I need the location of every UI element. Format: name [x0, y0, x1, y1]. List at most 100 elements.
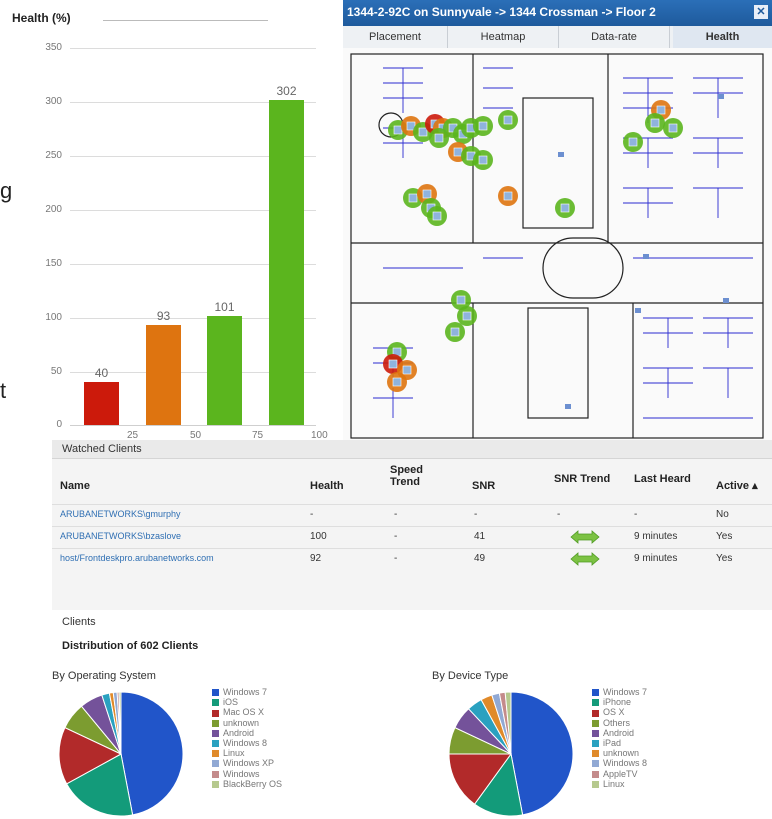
y-tick-label: 150: [45, 258, 62, 269]
legend-label: Windows 7: [223, 687, 268, 697]
clients-panel: Clients Distribution of 602 Clients By O…: [52, 610, 772, 819]
bar-value-label: 101: [214, 300, 235, 315]
legend-swatch: [212, 740, 219, 748]
client-name-link[interactable]: ARUBANETWORKS\gmurphy: [60, 509, 181, 519]
legend-item[interactable]: Windows: [212, 769, 282, 779]
bar[interactable]: [84, 381, 119, 425]
legend-swatch: [212, 709, 219, 717]
legend-item[interactable]: Mac OS X: [212, 707, 282, 717]
device-icon: [503, 115, 513, 125]
title-rule: [103, 20, 268, 21]
bar-value-label: 302: [276, 83, 297, 98]
legend-swatch: [592, 729, 599, 737]
legend-swatch: [592, 719, 599, 727]
column-header-snr-trend[interactable]: SNR Trend: [554, 473, 610, 485]
cell-health: 100: [310, 531, 327, 542]
column-header-active[interactable]: Active ▴: [716, 480, 758, 492]
device-pie-chart[interactable]: [446, 688, 576, 819]
device-legend: Windows 7 iPhone OS X Others Android iPad unkn…: [592, 687, 647, 789]
tab-heatmap[interactable]: Heatmap: [448, 26, 559, 48]
legend-item[interactable]: iPhone: [592, 697, 647, 707]
legend-label: unknown: [603, 748, 640, 759]
pie-slice[interactable]: [510, 691, 574, 816]
panel-title: Clients: [62, 616, 96, 628]
os-pie-chart[interactable]: [56, 688, 186, 819]
legend-item[interactable]: AppleTV: [592, 769, 647, 779]
device-icon: [392, 377, 402, 387]
legend-swatch: [592, 760, 599, 768]
tab-data-rate[interactable]: Data-rate: [559, 26, 670, 48]
tab-health[interactable]: Health: [673, 26, 772, 48]
close-icon[interactable]: ✕: [754, 5, 768, 19]
bar[interactable]: [146, 324, 181, 425]
legend-label: Mac OS X: [223, 707, 265, 718]
gridline: [70, 48, 316, 49]
device-icon: [450, 327, 460, 337]
legend-item[interactable]: Others: [592, 718, 647, 728]
legend-label: Linux: [223, 748, 245, 759]
y-tick-label: 300: [45, 96, 62, 107]
cell-speed-trend: -: [394, 509, 398, 520]
legend-item[interactable]: Windows 7: [212, 687, 282, 697]
device-icon: [668, 123, 678, 133]
pie-slice[interactable]: [120, 691, 184, 816]
legend-item[interactable]: OS X: [592, 707, 647, 717]
legend-label: Windows XP: [223, 758, 275, 769]
device-icon: [393, 125, 403, 135]
table-row[interactable]: ARUBANETWORKS\bzaslove 100 - 41 9 minute…: [52, 526, 772, 549]
legend-item[interactable]: Android: [592, 728, 647, 738]
bar[interactable]: [207, 316, 242, 425]
legend-item[interactable]: Windows XP: [212, 758, 282, 768]
client-name-link[interactable]: host/Frontdeskpro.arubanetworks.com: [60, 553, 214, 563]
legend-item[interactable]: Linux: [212, 748, 282, 758]
os-legend: Windows 7 iOS Mac OS Xunknown Android Window…: [212, 687, 282, 789]
legend-swatch: [212, 699, 219, 707]
floor-plan[interactable]: [343, 48, 772, 440]
table-row[interactable]: host/Frontdeskpro.arubanetworks.com 92 -…: [52, 548, 772, 571]
legend-item[interactable]: Windows 8: [592, 758, 647, 768]
panel-header: Watched Clients: [52, 440, 772, 459]
bar[interactable]: [269, 99, 304, 425]
legend-item[interactable]: unknown: [592, 748, 647, 758]
y-tick-label: 50: [50, 366, 62, 377]
device-pie-title: By Device Type: [432, 670, 509, 682]
legend-swatch: [212, 719, 219, 727]
cell-active: Yes: [716, 553, 733, 564]
device-icon: [422, 189, 432, 199]
cell-snr: 41: [474, 531, 486, 542]
device-icon: [462, 311, 472, 321]
legend-item[interactable]: iOS: [212, 697, 282, 707]
legend-item[interactable]: Linux: [592, 779, 647, 789]
column-header-health[interactable]: Health: [310, 480, 344, 492]
device-icon: [656, 105, 666, 115]
map-title: 1344-2-92C on Sunnyvale -> 1344 Crossman…: [347, 5, 656, 19]
legend-swatch: [592, 699, 599, 707]
legend-swatch: [212, 770, 219, 778]
legend-label: Linux: [603, 778, 625, 789]
column-header-snr[interactable]: SNR: [472, 480, 495, 492]
column-header-name[interactable]: Name: [60, 480, 90, 492]
tab-placement[interactable]: Placement: [343, 26, 448, 48]
legend-item[interactable]: iPad: [592, 738, 647, 748]
legend-item[interactable]: Windows 8: [212, 738, 282, 748]
legend-label: iOS: [223, 697, 239, 708]
cell-snr: 49: [474, 553, 486, 564]
y-tick-label: 250: [45, 150, 62, 161]
column-header-last-heard[interactable]: Last Heard: [634, 473, 691, 485]
client-name-link[interactable]: ARUBANETWORKS\bzaslove: [60, 531, 181, 541]
cell-last-heard: -: [634, 509, 638, 520]
legend-item[interactable]: unknown: [212, 718, 282, 728]
cell-active: Yes: [716, 531, 733, 542]
cell-last-heard: 9 minutes: [634, 531, 678, 542]
device-icon: [456, 295, 466, 305]
map-tabs: Placement Heatmap Data-rate Health: [343, 26, 772, 49]
device-icon: [628, 137, 638, 147]
column-header-speed-trend[interactable]: Speed Trend: [390, 464, 423, 488]
chart-title: Health (%): [12, 11, 71, 25]
legend-item[interactable]: Windows 7: [592, 687, 647, 697]
table-row[interactable]: ARUBANETWORKS\gmurphy - - - - - No: [52, 504, 772, 527]
legend-item[interactable]: BlackBerry OS: [212, 779, 282, 789]
legend-label: Windows 8: [223, 737, 268, 748]
legend-item[interactable]: Android: [212, 728, 282, 738]
panel-title: Watched Clients: [62, 443, 142, 455]
